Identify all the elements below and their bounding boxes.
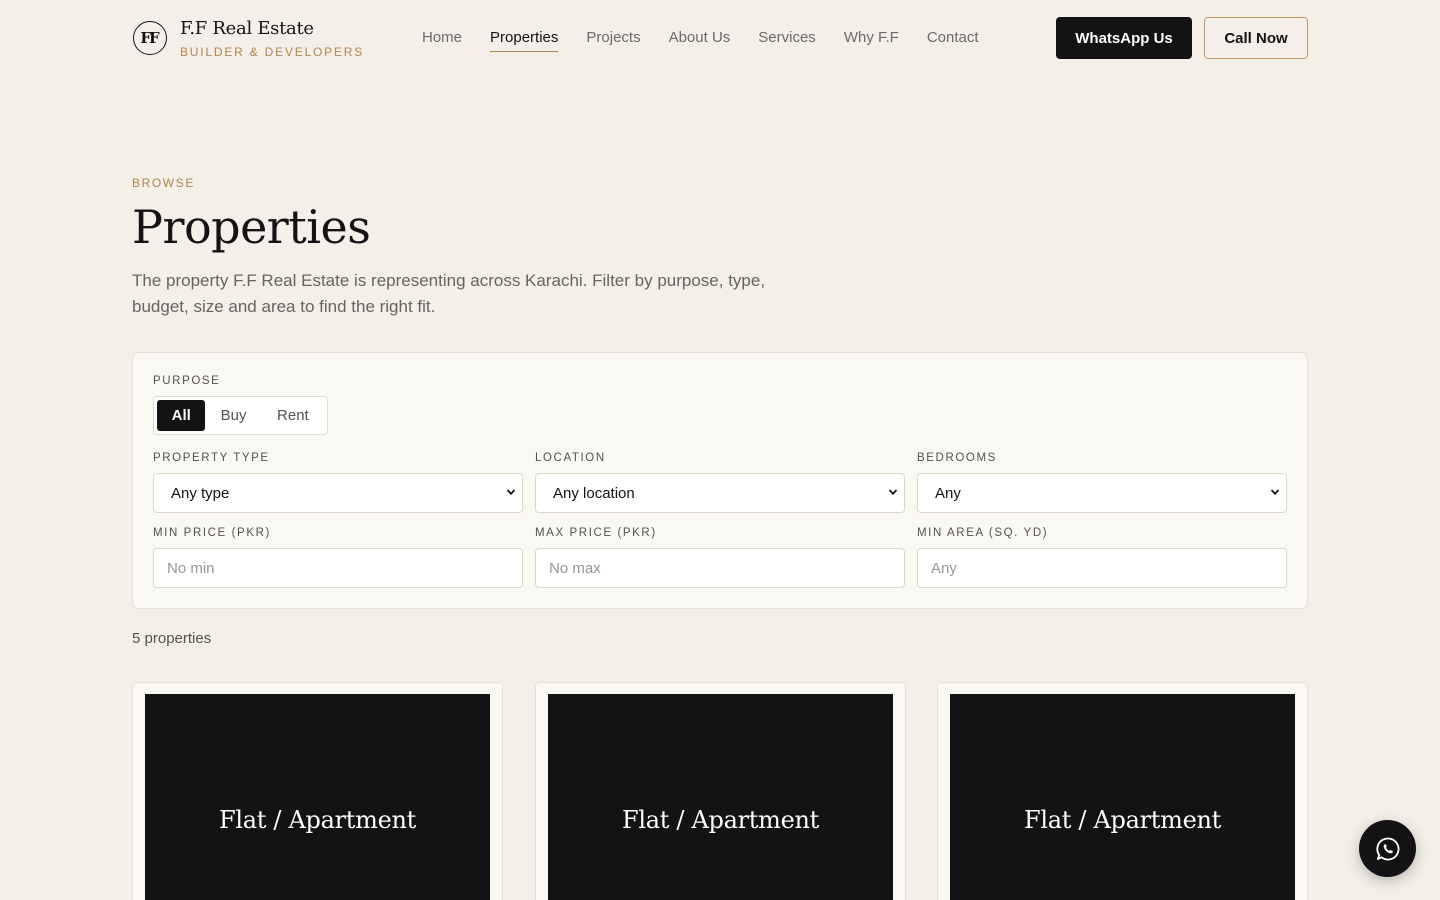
whatsapp-button[interactable]: WhatsApp Us — [1056, 17, 1192, 59]
purpose-option-rent[interactable]: Rent — [262, 400, 324, 431]
nav-item-projects[interactable]: Projects — [586, 29, 640, 52]
location-select[interactable]: Any location — [535, 473, 905, 513]
nav-item-why-ff[interactable]: Why F.F — [844, 29, 899, 52]
section-eyebrow: BROWSE — [132, 176, 195, 190]
brand-tagline: BUILDER & DEVELOPERS — [180, 45, 365, 59]
whatsapp-icon — [1375, 837, 1399, 860]
property-card-image[interactable]: Flat / Apartment — [548, 694, 893, 900]
chevron-down-icon — [888, 489, 898, 496]
property-card[interactable]: Flat / Apartment — [937, 682, 1308, 900]
page-title: Properties — [132, 200, 371, 254]
logo-mark[interactable]: FF — [133, 21, 167, 55]
main-nav: Home Properties Projects About Us Servic… — [422, 29, 979, 52]
location-value: Any location — [553, 484, 635, 502]
property-card-image[interactable]: Flat / Apartment — [950, 694, 1295, 900]
property-card-type: Flat / Apartment — [621, 806, 819, 834]
property-type-label: PROPERTY TYPE — [153, 452, 270, 464]
nav-item-contact[interactable]: Contact — [927, 29, 979, 52]
bedrooms-select[interactable]: Any — [917, 473, 1287, 513]
max-price-label: MAX PRICE (PKR) — [535, 527, 657, 539]
property-type-value: Any type — [171, 484, 230, 502]
purpose-toggle: All Buy Rent — [153, 396, 328, 435]
location-label: LOCATION — [535, 452, 606, 464]
bedrooms-value: Any — [935, 484, 961, 502]
property-card-type: Flat / Apartment — [218, 806, 416, 834]
nav-item-about-us[interactable]: About Us — [669, 29, 731, 52]
nav-item-home[interactable]: Home — [422, 29, 462, 52]
min-price-label: MIN PRICE (PKR) — [153, 527, 271, 539]
nav-item-properties[interactable]: Properties — [490, 29, 559, 52]
property-card-image[interactable]: Flat / Apartment — [145, 694, 490, 900]
results-count: 5 properties — [132, 630, 212, 647]
property-card[interactable]: Flat / Apartment — [132, 682, 503, 900]
purpose-option-all[interactable]: All — [157, 400, 206, 431]
min-area-input[interactable] — [917, 548, 1287, 588]
min-price-input[interactable] — [153, 548, 523, 588]
chevron-down-icon — [506, 489, 516, 496]
chevron-down-icon — [1270, 489, 1280, 496]
site-header: FF F.F Real Estate BUILDER & DEVELOPERS … — [0, 0, 1440, 76]
property-type-select[interactable]: Any type — [153, 473, 523, 513]
max-price-input[interactable] — [535, 548, 905, 588]
call-now-button[interactable]: Call Now — [1204, 17, 1308, 59]
purpose-label: PURPOSE — [153, 375, 221, 387]
brand-name[interactable]: F.F Real Estate — [180, 18, 314, 39]
bedrooms-label: BEDROOMS — [917, 452, 997, 464]
whatsapp-fab[interactable] — [1359, 820, 1416, 877]
property-card-type: Flat / Apartment — [1023, 806, 1221, 834]
property-card[interactable]: Flat / Apartment — [535, 682, 906, 900]
nav-item-services[interactable]: Services — [758, 29, 816, 52]
purpose-option-buy[interactable]: Buy — [205, 400, 261, 431]
min-area-label: MIN AREA (SQ. YD) — [917, 527, 1049, 539]
filter-panel: PURPOSE All Buy Rent PROPERTY TYPE Any t… — [132, 352, 1308, 609]
page-description: The property F.F Real Estate is represen… — [132, 271, 766, 316]
